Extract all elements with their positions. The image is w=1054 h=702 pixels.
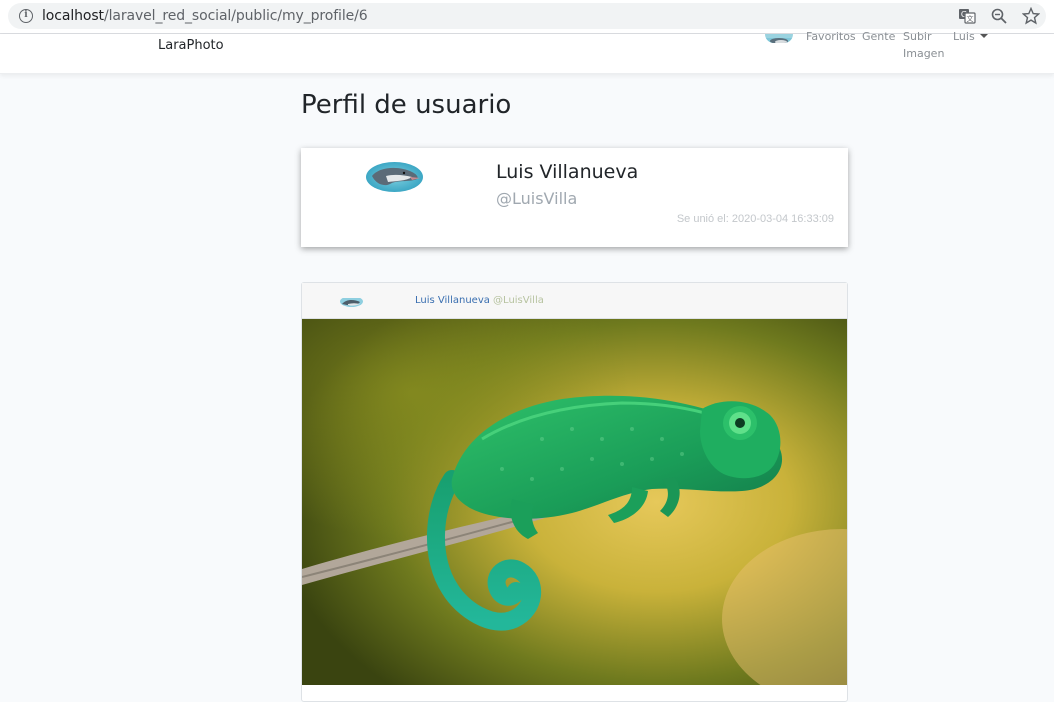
caret-down-icon — [979, 34, 988, 38]
nav-subir-line1: Subir — [903, 30, 932, 43]
post-author-name[interactable]: Luis Villanueva — [415, 295, 490, 306]
post-image[interactable] — [302, 319, 847, 685]
nav-favoritos[interactable]: Favoritos — [806, 28, 856, 45]
user-dropdown[interactable]: Luis — [953, 28, 988, 45]
info-icon[interactable]: i — [19, 9, 33, 23]
page-title: Perfil de usuario — [301, 90, 512, 120]
url-path: /laravel_red_social/public/my_profile/6 — [103, 8, 368, 24]
post-card: Luis Villanueva @LuisVilla — [301, 282, 848, 702]
url-host: localhost — [42, 8, 104, 24]
nav-subir-line2: Imagen — [903, 47, 945, 60]
brand-link[interactable]: LaraPhoto — [158, 38, 224, 53]
translate-icon[interactable]: G 文 — [958, 7, 976, 25]
post-author-nick: @LuisVilla — [493, 295, 544, 306]
nav-avatar[interactable] — [765, 34, 793, 43]
app-navbar: LaraPhoto Favoritos Gente Subir Imagen L… — [0, 30, 1054, 74]
profile-joined-date: Se unió el: 2020-03-04 16:33:09 — [676, 213, 834, 225]
address-bar[interactable]: i localhost/laravel_red_social/public/my… — [8, 3, 1046, 29]
nav-gente[interactable]: Gente — [862, 28, 895, 45]
user-name: Luis — [953, 30, 975, 43]
star-icon[interactable] — [1022, 7, 1040, 25]
zoom-icon[interactable] — [990, 7, 1008, 25]
profile-nick: @LuisVilla — [496, 189, 578, 208]
post-author-avatar — [340, 296, 363, 307]
post-author[interactable]: Luis Villanueva @LuisVilla — [415, 295, 544, 306]
profile-card: Luis Villanueva @LuisVilla Se unió el: 2… — [301, 148, 848, 247]
profile-avatar — [366, 162, 423, 192]
url-text[interactable]: localhost/laravel_red_social/public/my_p… — [42, 8, 368, 24]
post-header: Luis Villanueva @LuisVilla — [302, 283, 847, 319]
browser-toolbar: i localhost/laravel_red_social/public/my… — [0, 0, 1054, 34]
profile-name: Luis Villanueva — [496, 161, 639, 183]
svg-text:文: 文 — [967, 14, 974, 23]
nav-subir-imagen[interactable]: Subir Imagen — [903, 28, 953, 62]
